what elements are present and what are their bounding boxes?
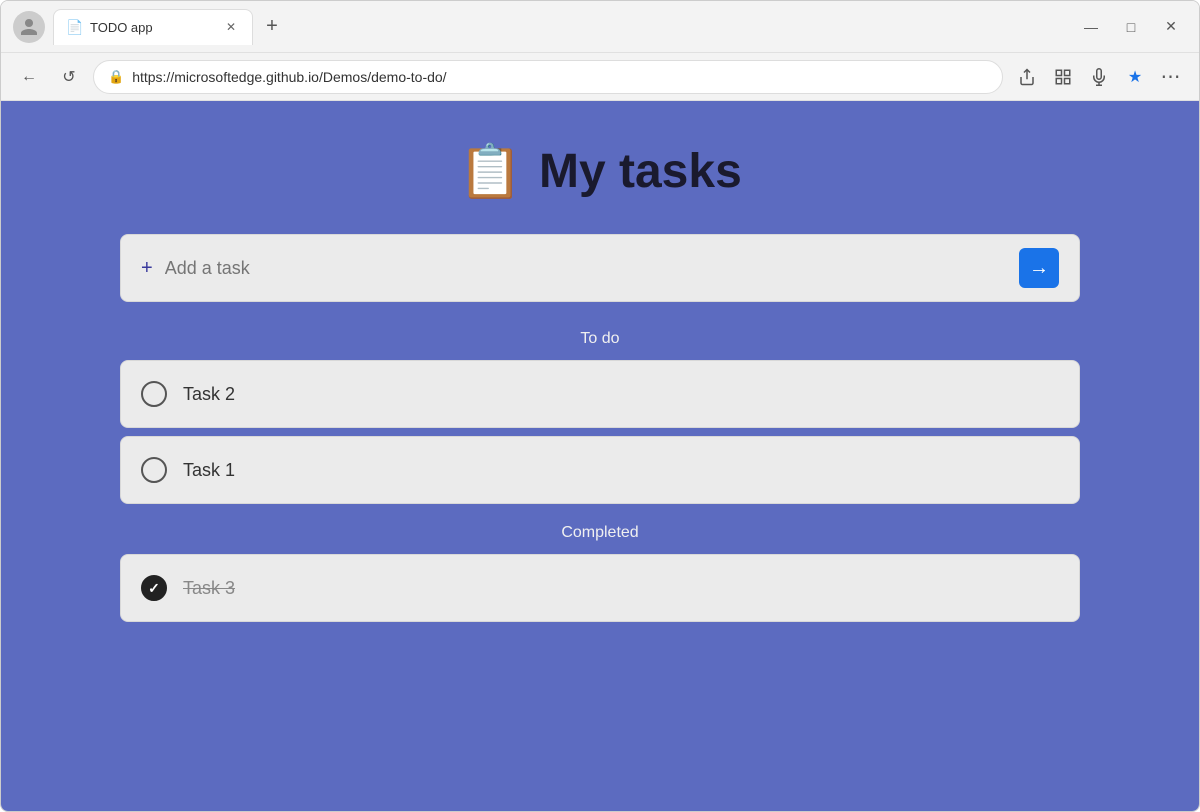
refresh-button[interactable]: ↺ — [53, 61, 85, 93]
more-options-button[interactable]: ⋯ — [1155, 61, 1187, 93]
task-label-completed: Task 3 — [183, 578, 235, 599]
nav-actions: ★ ⋯ — [1011, 61, 1187, 93]
minimize-button[interactable]: — — [1075, 11, 1107, 43]
task-label: Task 2 — [183, 384, 235, 405]
profile-avatar[interactable] — [13, 11, 45, 43]
task-checkbox-checked[interactable] — [141, 575, 167, 601]
favorites-button[interactable]: ★ — [1119, 61, 1151, 93]
list-item[interactable]: Task 3 — [120, 554, 1080, 622]
list-item[interactable]: Task 2 — [120, 360, 1080, 428]
address-bar[interactable]: 🔒 https://microsoftedge.github.io/Demos/… — [93, 60, 1003, 94]
add-task-plus-icon: + — [141, 257, 153, 280]
read-aloud-button[interactable] — [1083, 61, 1115, 93]
new-tab-button[interactable]: + — [257, 12, 287, 42]
maximize-button[interactable]: □ — [1115, 11, 1147, 43]
completed-section-label: Completed — [120, 524, 1080, 542]
task-container: + → To do Task 2 Task 1 Completed Task 3 — [120, 234, 1080, 630]
tab-bar: 📄 TODO app ✕ + — [53, 9, 1067, 45]
add-task-row[interactable]: + → — [120, 234, 1080, 302]
lock-icon: 🔒 — [108, 69, 124, 85]
tab-close-button[interactable]: ✕ — [222, 18, 240, 36]
collections-button[interactable] — [1047, 61, 1079, 93]
nav-bar: ← ↺ 🔒 https://microsoftedge.github.io/De… — [1, 53, 1199, 101]
page-content: 📋 My tasks + → To do Task 2 Task 1 Compl… — [1, 101, 1199, 811]
browser-window: 📄 TODO app ✕ + — □ ✕ ← ↺ 🔒 https://micro… — [0, 0, 1200, 812]
url-text: https://microsoftedge.github.io/Demos/de… — [132, 69, 988, 85]
page-header: 📋 My tasks — [458, 141, 742, 202]
tab-title: TODO app — [90, 20, 214, 35]
list-item[interactable]: Task 1 — [120, 436, 1080, 504]
title-bar: 📄 TODO app ✕ + — □ ✕ — [1, 1, 1199, 53]
add-task-input[interactable] — [165, 258, 1019, 279]
close-button[interactable]: ✕ — [1155, 11, 1187, 43]
add-task-submit-button[interactable]: → — [1019, 248, 1059, 288]
tab-favicon: 📄 — [66, 19, 82, 35]
page-title: My tasks — [539, 144, 742, 199]
clipboard-icon: 📋 — [458, 141, 523, 202]
back-button[interactable]: ← — [13, 61, 45, 93]
task-label: Task 1 — [183, 460, 235, 481]
active-tab[interactable]: 📄 TODO app ✕ — [53, 9, 253, 45]
task-checkbox[interactable] — [141, 457, 167, 483]
task-checkbox[interactable] — [141, 381, 167, 407]
share-button[interactable] — [1011, 61, 1043, 93]
todo-section-label: To do — [120, 330, 1080, 348]
